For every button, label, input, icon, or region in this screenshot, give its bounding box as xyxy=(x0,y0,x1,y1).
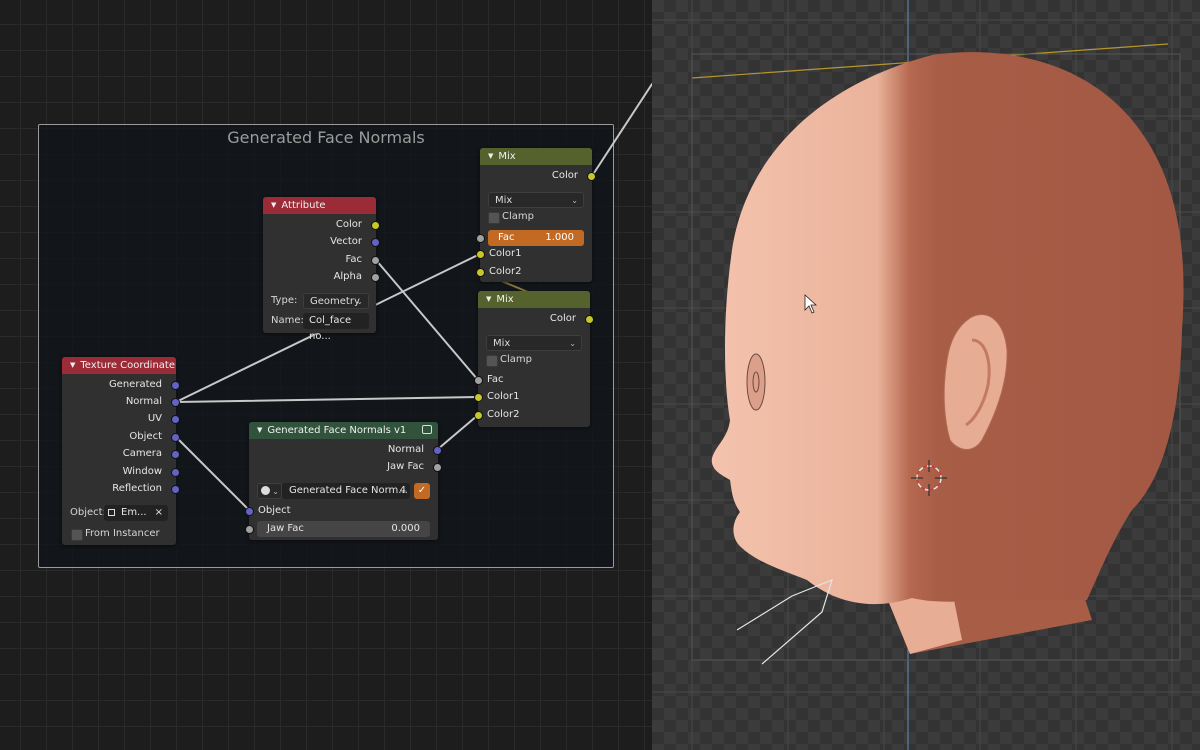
attr-out-alpha-label: Alpha xyxy=(333,271,362,282)
texcoord-socket-uv[interactable] xyxy=(171,415,180,424)
group-socket-normal-out[interactable] xyxy=(433,446,442,455)
mix2-blend-dropdown[interactable]: Mix ⌄ xyxy=(486,335,582,351)
group-users-count: 4 xyxy=(399,485,406,496)
mix1-clamp-checkbox[interactable] xyxy=(488,212,500,224)
texcoord-socket-generated[interactable] xyxy=(171,381,180,390)
collapse-icon[interactable]: ▼ xyxy=(271,201,276,209)
mix2-in-color2-label: Color2 xyxy=(487,409,520,420)
chevron-down-icon: ⌄ xyxy=(356,297,363,306)
group-socket-jawfac-out[interactable] xyxy=(433,463,442,472)
mix1-in-color1-label: Color1 xyxy=(489,248,522,259)
mix1-socket-color-out[interactable] xyxy=(587,172,596,181)
attr-socket-fac[interactable] xyxy=(371,256,380,265)
mix1-socket-fac[interactable] xyxy=(476,234,485,243)
texcoord-out-generated-label: Generated xyxy=(108,379,162,390)
chevron-down-icon: ⌄ xyxy=(571,196,578,205)
attr-name-label: Name: xyxy=(271,315,304,326)
chevron-down-icon: ⌄ xyxy=(569,339,576,348)
group-out-normal-label: Normal xyxy=(387,444,424,455)
texcoord-node-title: Texture Coordinate xyxy=(80,360,175,371)
head-mesh xyxy=(711,52,1184,605)
collapse-icon[interactable]: ▼ xyxy=(70,361,75,369)
fake-user-shield-icon[interactable]: ✓ xyxy=(414,483,430,499)
mix1-fac-field[interactable]: Fac 1.000 xyxy=(488,230,584,246)
mix2-socket-color2[interactable] xyxy=(474,411,483,420)
mix2-socket-color-out[interactable] xyxy=(585,315,594,324)
mix1-out-color-label: Color xyxy=(551,170,578,181)
mix2-out-color-label: Color xyxy=(549,313,576,324)
mix2-clamp-checkbox[interactable] xyxy=(486,355,498,367)
texcoord-socket-camera[interactable] xyxy=(171,450,180,459)
texcoord-node-header[interactable]: ▼ Texture Coordinate xyxy=(62,357,176,374)
group-node-title: Generated Face Normals v1 xyxy=(267,425,407,436)
texcoord-socket-reflection[interactable] xyxy=(171,485,180,494)
texture-coordinate-node[interactable]: ▼ Texture Coordinate Generated Normal UV … xyxy=(62,357,180,545)
group-socket-object-in[interactable] xyxy=(245,507,254,516)
texcoord-socket-object[interactable] xyxy=(171,433,180,442)
mix1-clamp-label: Clamp xyxy=(502,211,534,222)
group-node[interactable]: ▼ Generated Face Normals v1 Normal Jaw Fa… xyxy=(245,422,442,540)
mix1-socket-color1[interactable] xyxy=(476,250,485,259)
attr-type-label: Type: xyxy=(271,295,298,306)
mix1-node-title: Mix xyxy=(498,151,516,162)
group-datablock-field[interactable]: Generated Face Norm... 4 xyxy=(282,483,410,499)
group-out-jawfac-label: Jaw Fac xyxy=(387,461,424,472)
group-in-object-label: Object xyxy=(258,505,291,516)
mix2-clamp-label: Clamp xyxy=(500,354,532,365)
texcoord-out-window-label: Window xyxy=(122,466,162,477)
attr-type-dropdown[interactable]: Geometry ⌄ xyxy=(303,293,369,309)
node-group-icon[interactable] xyxy=(422,425,432,434)
clear-icon[interactable]: × xyxy=(155,505,163,521)
mix2-in-color1-label: Color1 xyxy=(487,391,520,402)
attr-socket-vector[interactable] xyxy=(371,238,380,247)
mix2-in-fac-label: Fac xyxy=(487,374,504,385)
texcoord-out-reflection-label: Reflection xyxy=(112,483,162,494)
attr-out-color-label: Color xyxy=(335,219,362,230)
attr-socket-color[interactable] xyxy=(371,221,380,230)
mix1-in-color2-label: Color2 xyxy=(489,266,522,277)
attr-socket-alpha[interactable] xyxy=(371,273,380,282)
object-icon xyxy=(108,509,115,516)
collapse-icon[interactable]: ▼ xyxy=(257,426,262,434)
attribute-node-title: Attribute xyxy=(281,200,326,211)
mix1-node-header[interactable]: ▼ Mix xyxy=(480,148,592,165)
texcoord-out-normal-label: Normal xyxy=(125,396,162,407)
attribute-node-header[interactable]: ▼ Attribute xyxy=(263,197,376,214)
collapse-icon[interactable]: ▼ xyxy=(488,152,493,160)
texcoord-out-object-label: Object xyxy=(129,431,162,442)
texcoord-socket-window[interactable] xyxy=(171,468,180,477)
attr-out-fac-label: Fac xyxy=(345,254,362,265)
texcoord-socket-normal[interactable] xyxy=(171,398,180,407)
attr-out-vector-label: Vector xyxy=(330,236,362,247)
texcoord-out-camera-label: Camera xyxy=(122,448,162,459)
mix1-blend-dropdown[interactable]: Mix ⌄ xyxy=(488,192,584,208)
mix1-socket-color2[interactable] xyxy=(476,268,485,277)
mix2-node-title: Mix xyxy=(496,294,514,305)
jaw-wire xyxy=(736,578,833,665)
group-browse-button[interactable]: ⌄ xyxy=(257,483,282,499)
node-tree-icon xyxy=(261,486,270,495)
mix-node-2[interactable]: ▼ Mix Color Mix ⌄ Clamp Fac Color1 Color2 xyxy=(474,291,594,427)
mix2-node-header[interactable]: ▼ Mix xyxy=(478,291,590,308)
group-node-header[interactable]: ▼ Generated Face Normals v1 xyxy=(249,422,438,439)
3d-viewport[interactable] xyxy=(652,0,1200,750)
group-jawfac-field[interactable]: Jaw Fac 0.000 xyxy=(257,521,430,537)
collapse-icon[interactable]: ▼ xyxy=(486,295,491,303)
texcoord-object-field[interactable]: Em... × xyxy=(104,505,168,521)
from-instancer-checkbox[interactable] xyxy=(71,529,83,541)
mix-node-1[interactable]: ▼ Mix Color Mix ⌄ Clamp Fac 1.000 Color1 Co… xyxy=(476,148,596,282)
from-instancer-label: From Instancer xyxy=(85,528,160,539)
texcoord-out-uv-label: UV xyxy=(147,413,162,424)
texcoord-object-label: Object: xyxy=(70,507,106,518)
viewport-canvas xyxy=(652,0,1200,750)
mix2-socket-fac[interactable] xyxy=(474,376,483,385)
attr-name-field[interactable]: Col_face no... xyxy=(303,313,369,342)
attribute-node[interactable]: ▼ Attribute Color Vector Fac Alpha Type: … xyxy=(263,197,380,342)
frame-label: Generated Face Normals xyxy=(227,128,425,147)
node-editor[interactable]: Generated Face Normals ▼ Attribute Color … xyxy=(0,0,652,750)
group-socket-jawfac-in[interactable] xyxy=(245,525,254,534)
mix2-socket-color1[interactable] xyxy=(474,393,483,402)
eye xyxy=(746,353,766,411)
